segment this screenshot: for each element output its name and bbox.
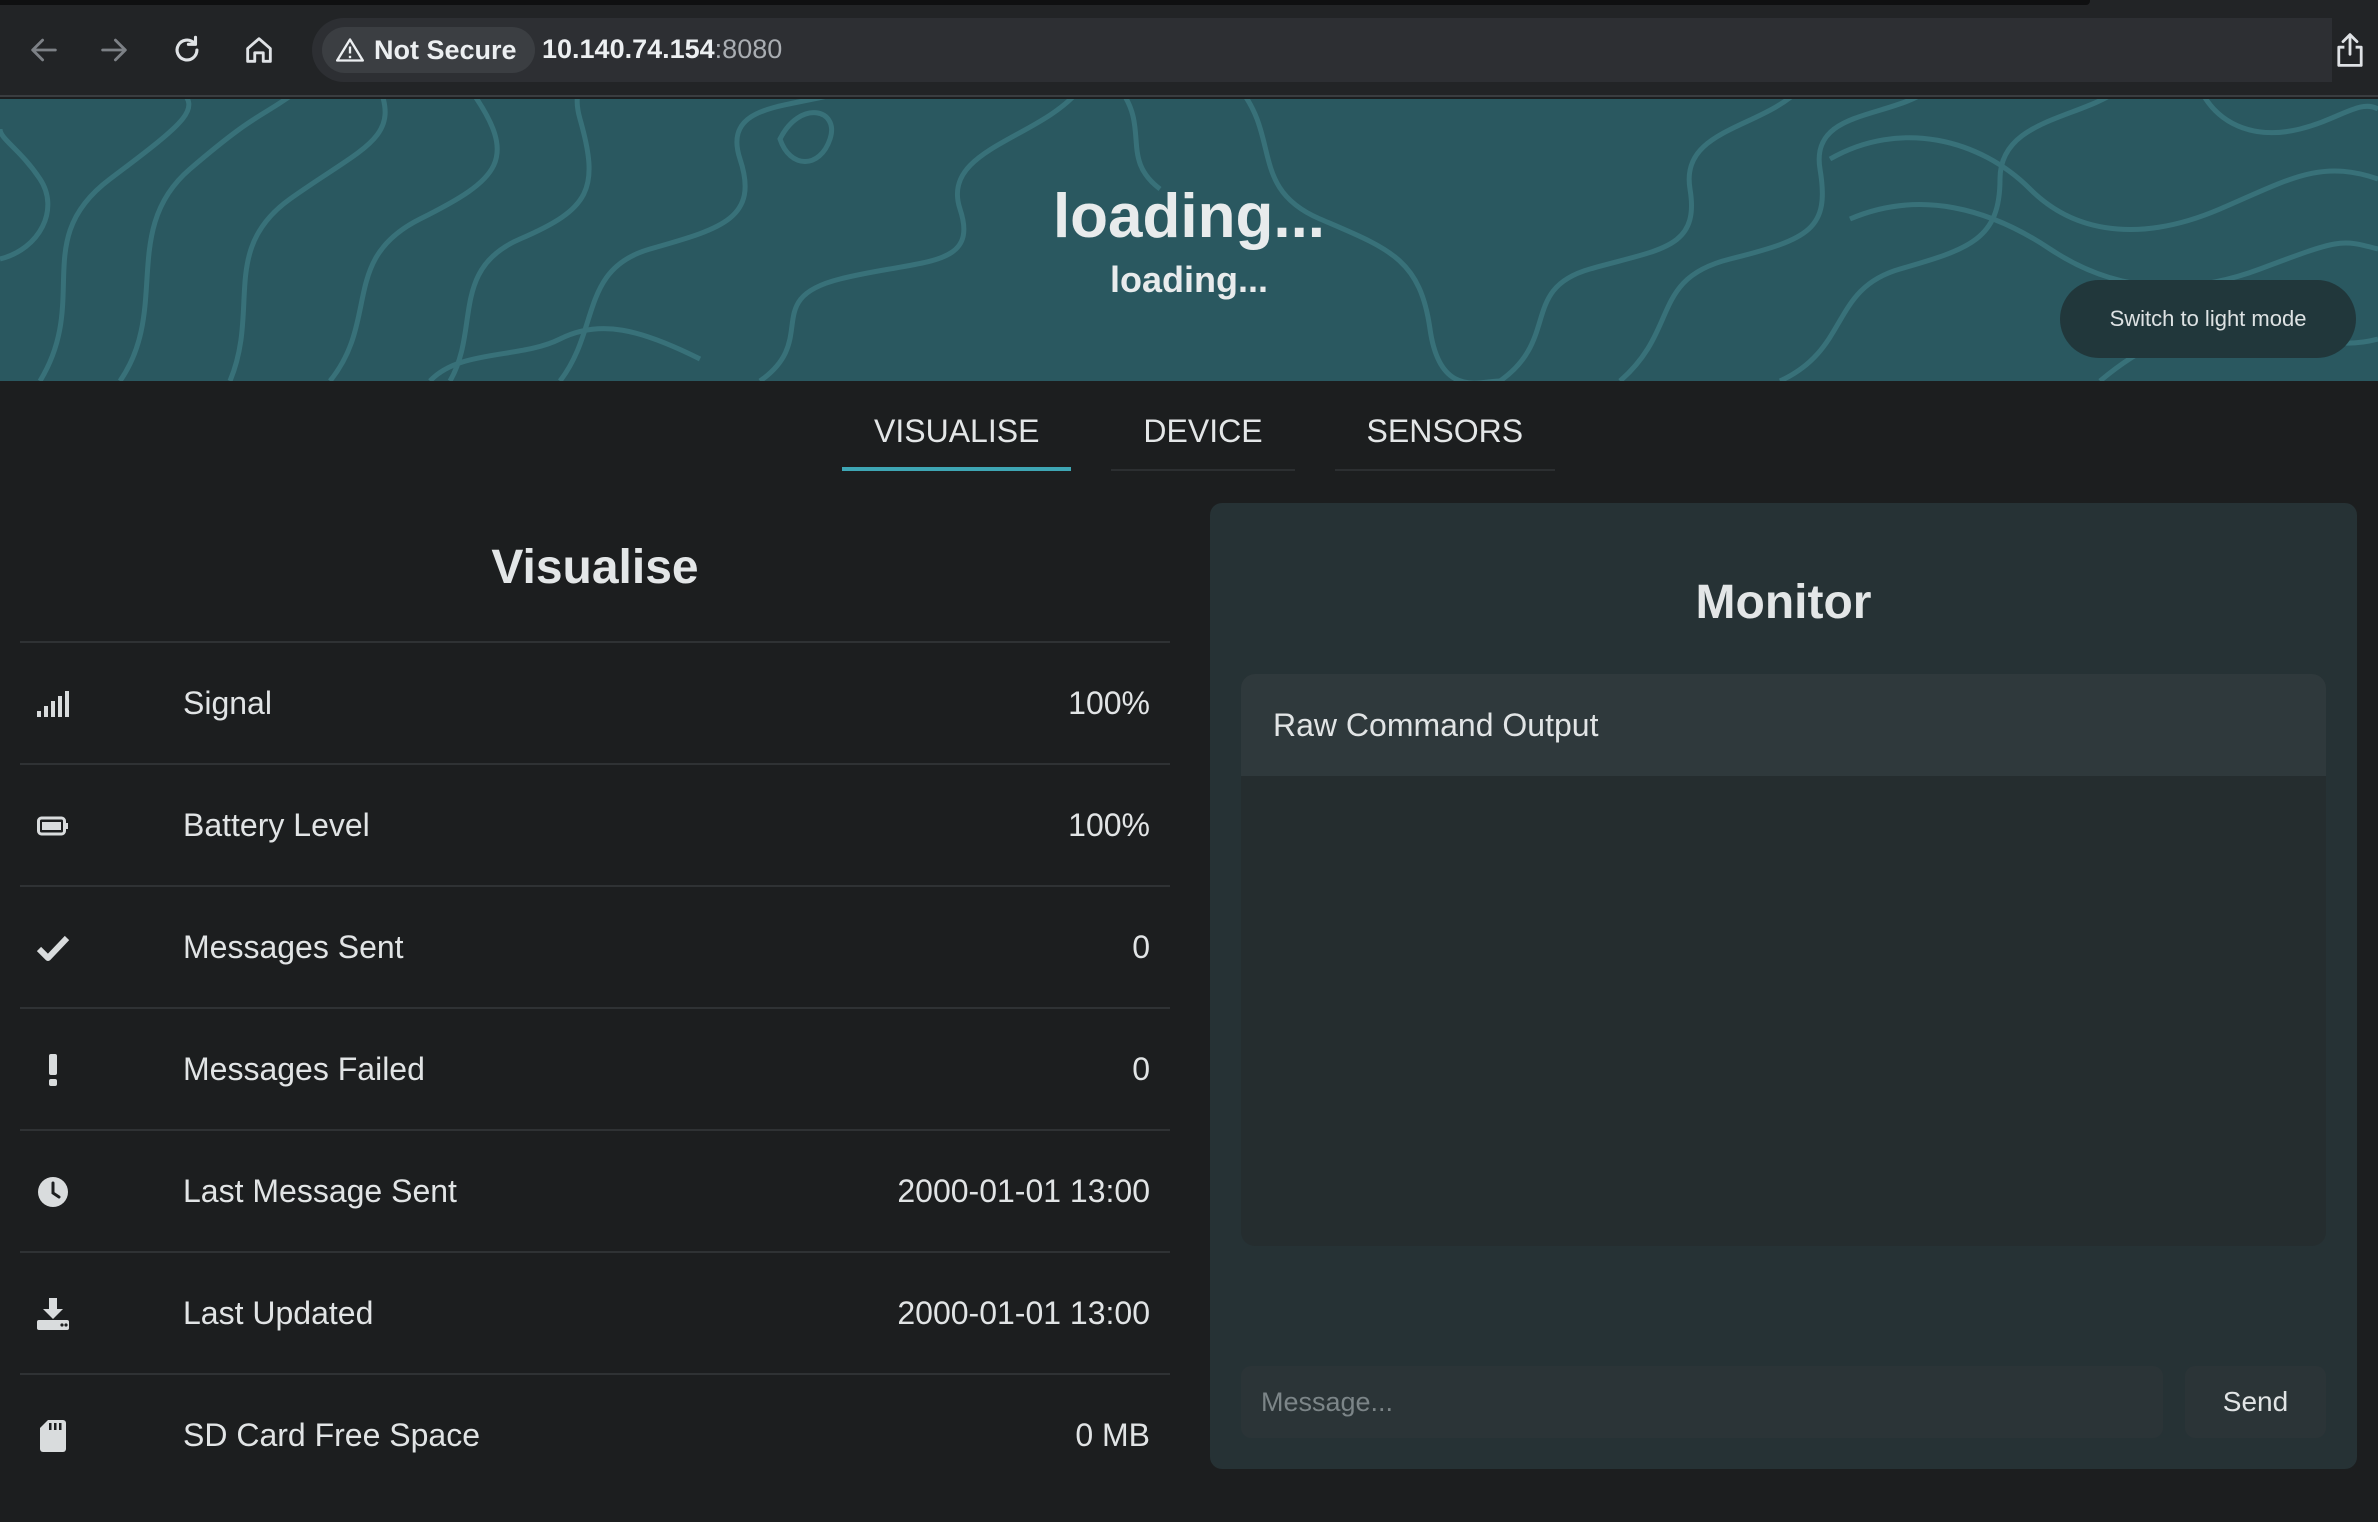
- stat-row-messages-sent: Messages Sent 0: [20, 885, 1170, 1007]
- url-host: 10.140.74.154: [542, 34, 715, 64]
- tab-sensors[interactable]: SENSORS: [1334, 405, 1556, 471]
- share-button[interactable]: [2330, 28, 2370, 72]
- light-mode-toggle-button[interactable]: Switch to light mode: [2060, 280, 2356, 358]
- reload-icon: [175, 35, 199, 62]
- visualise-heading: Visualise: [491, 541, 699, 594]
- stat-row-last-message-sent: Last Message Sent 2000-01-01 13:00: [20, 1129, 1170, 1251]
- stat-row-sd-card: SD Card Free Space 0 MB: [20, 1373, 1170, 1495]
- back-button[interactable]: [22, 28, 66, 72]
- raw-command-output[interactable]: Raw Command Output: [1241, 674, 2326, 1246]
- message-input[interactable]: [1241, 1366, 2163, 1438]
- clock-icon: [36, 1175, 70, 1209]
- stat-value: 100%: [1068, 684, 1150, 721]
- forward-button[interactable]: [92, 28, 136, 72]
- stat-label: Last Message Sent: [183, 1172, 457, 1209]
- exclamation-icon: [36, 1053, 70, 1087]
- battery-icon: [36, 809, 70, 843]
- checkmark-icon: [36, 931, 70, 965]
- home-button[interactable]: [237, 28, 281, 72]
- page-load-progress: [0, 0, 2090, 5]
- browser-toolbar: Not Secure 10.140.74.154:8080: [0, 0, 2378, 97]
- security-indicator[interactable]: Not Secure: [322, 27, 535, 73]
- tab-visualise[interactable]: VISUALISE: [842, 405, 1072, 471]
- monitor-panel: Monitor Raw Command Output Send: [1210, 503, 2357, 1469]
- stat-value: 0: [1132, 1050, 1150, 1087]
- send-button[interactable]: Send: [2185, 1366, 2326, 1438]
- reload-button[interactable]: [165, 28, 209, 72]
- page-title: loading...: [1052, 182, 1326, 251]
- stat-value: 0: [1132, 928, 1150, 965]
- address-bar[interactable]: Not Secure 10.140.74.154:8080: [312, 18, 2332, 82]
- header-banner: loading... loading... Switch to light mo…: [0, 99, 2378, 381]
- stat-value: 2000-01-01 13:00: [897, 1294, 1150, 1331]
- stat-label: Messages Sent: [183, 928, 404, 965]
- download-icon: [36, 1297, 70, 1331]
- stat-row-messages-failed: Messages Failed 0: [20, 1007, 1170, 1129]
- stat-value: 0 MB: [1075, 1416, 1150, 1453]
- security-label: Not Secure: [374, 34, 517, 65]
- arrow-left-icon: [31, 38, 57, 62]
- share-icon: [2337, 33, 2363, 67]
- warning-icon: [336, 38, 364, 62]
- stat-row-last-updated: Last Updated 2000-01-01 13:00: [20, 1251, 1170, 1373]
- stat-value: 2000-01-01 13:00: [897, 1172, 1150, 1209]
- tab-device[interactable]: DEVICE: [1111, 405, 1295, 471]
- url-text[interactable]: 10.140.74.154:8080: [542, 34, 782, 65]
- sd-card-icon: [36, 1419, 70, 1453]
- stat-row-battery: Battery Level 100%: [20, 763, 1170, 885]
- url-port: :8080: [714, 34, 783, 64]
- stat-label: Last Updated: [183, 1294, 374, 1331]
- stat-label: Messages Failed: [183, 1050, 425, 1087]
- arrow-right-icon: [101, 38, 127, 62]
- stat-label: Battery Level: [183, 806, 370, 843]
- signal-icon: [36, 687, 70, 721]
- stat-row-signal: Signal 100%: [20, 641, 1170, 763]
- stat-label: SD Card Free Space: [183, 1416, 481, 1453]
- stats-list: Signal 100% Battery Level 100% Messages …: [20, 641, 1170, 1495]
- tab-bar: VISUALISE DEVICE SENSORS: [842, 405, 1556, 471]
- home-icon: [246, 37, 272, 63]
- console-header: Raw Command Output: [1241, 674, 2326, 776]
- page-subtitle: loading...: [1110, 259, 1268, 300]
- stat-label: Signal: [183, 684, 272, 721]
- stat-value: 100%: [1068, 806, 1150, 843]
- monitor-heading: Monitor: [1695, 576, 1872, 629]
